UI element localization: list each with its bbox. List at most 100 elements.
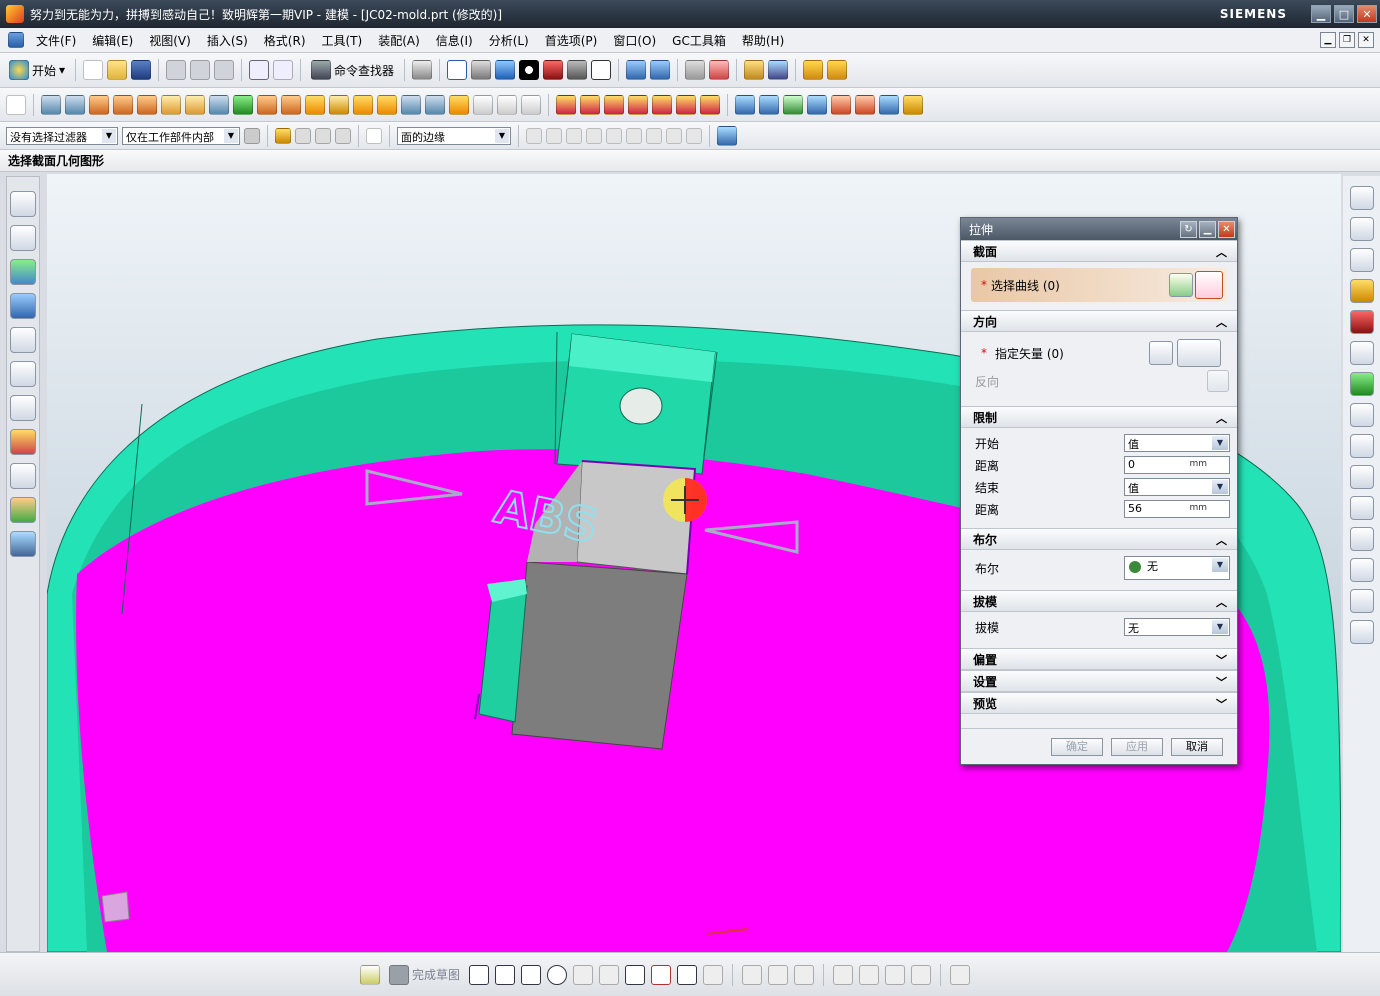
mesh-surface-icon[interactable]: [759, 94, 779, 115]
sew-icon[interactable]: [628, 94, 648, 115]
cube-icon[interactable]: [1349, 589, 1374, 613]
assembly-icon[interactable]: [1349, 620, 1374, 644]
through-curves-icon[interactable]: [735, 94, 755, 115]
menu-info[interactable]: 信息(I): [428, 32, 481, 49]
select-curve-row[interactable]: * 选择曲线 (0): [971, 268, 1227, 302]
selection-filter-dropdown[interactable]: 没有选择过滤器: [6, 126, 118, 145]
feature-select-icon[interactable]: [315, 127, 331, 144]
ok-button[interactable]: 确定: [1051, 737, 1103, 756]
edit-section-icon[interactable]: [543, 60, 564, 80]
limits-group-header[interactable]: 限制 ︿: [961, 406, 1237, 428]
start-distance-input[interactable]: 0 mm: [1124, 456, 1230, 474]
draft-icon[interactable]: [377, 94, 397, 115]
doc-minimize-button[interactable]: ▁: [1320, 32, 1336, 48]
layer-icon[interactable]: [1349, 496, 1374, 520]
curve-rule-dropdown[interactable]: 面的边缘: [397, 126, 511, 145]
snap-arc-center-icon[interactable]: [606, 127, 622, 144]
ruled-icon[interactable]: [855, 94, 875, 115]
polygon-icon[interactable]: [703, 964, 724, 985]
menu-file[interactable]: 文件(F): [28, 32, 84, 49]
solid-icon[interactable]: [1349, 310, 1374, 334]
background-icon[interactable]: [591, 60, 612, 80]
shell-icon[interactable]: [353, 94, 373, 115]
datum-plane-icon[interactable]: [521, 94, 541, 115]
minimize-button[interactable]: ▁: [1311, 5, 1331, 23]
arc-icon[interactable]: [521, 964, 542, 985]
plane-icon[interactable]: [1349, 248, 1374, 272]
intersect-icon[interactable]: [604, 94, 624, 115]
dialog-titlebar[interactable]: 拉伸 ↻ ▁ ✕: [961, 218, 1237, 240]
snap-existing-icon[interactable]: [646, 127, 662, 144]
hole-icon[interactable]: [161, 94, 181, 115]
app-menu-icon[interactable]: [8, 32, 24, 48]
add-component-icon[interactable]: [1349, 372, 1374, 396]
line-icon[interactable]: [495, 964, 516, 985]
quick-extend-icon[interactable]: [768, 964, 789, 985]
web-browser-icon[interactable]: [10, 327, 36, 353]
snap-quadrant-icon[interactable]: [626, 127, 642, 144]
snap-midpoint-icon[interactable]: [546, 127, 562, 144]
dimension-icon[interactable]: [833, 964, 854, 985]
reset-icon[interactable]: ↻: [1180, 220, 1197, 238]
menu-help[interactable]: 帮助(H): [734, 32, 792, 49]
offset-group-header[interactable]: 偏置 ﹀: [961, 648, 1237, 670]
redo-icon[interactable]: [273, 60, 294, 80]
end-limit-select[interactable]: 值: [1124, 478, 1230, 496]
preview-group-header[interactable]: 预览 ﹀: [961, 692, 1237, 714]
shaded-view-icon[interactable]: [495, 60, 516, 80]
snap-point-icon[interactable]: [744, 60, 765, 80]
rectangle-icon[interactable]: [625, 964, 646, 985]
display-mode-icon[interactable]: [519, 60, 540, 80]
studio-spline-icon[interactable]: [651, 964, 672, 985]
boolean-group-header[interactable]: 布尔 ︿: [961, 528, 1237, 550]
open-icon[interactable]: [107, 60, 128, 80]
axis-icon[interactable]: [1349, 465, 1374, 489]
copy-icon[interactable]: [190, 60, 211, 80]
split-body-icon[interactable]: [449, 94, 469, 115]
chamfer-sketch-icon[interactable]: [599, 964, 620, 985]
section-group-header[interactable]: 截面 ︿: [961, 240, 1237, 262]
hd3d-tools-icon[interactable]: [10, 293, 36, 319]
wcs-orient-icon[interactable]: [650, 60, 671, 80]
select-all-icon[interactable]: [275, 127, 291, 144]
convert-reference-icon[interactable]: [950, 964, 971, 985]
curve-select-icon[interactable]: [1195, 271, 1223, 299]
box-select-icon[interactable]: [366, 127, 382, 144]
box-icon[interactable]: [1349, 279, 1374, 303]
sketch-section-icon[interactable]: [1169, 273, 1193, 297]
sketch-icon[interactable]: [6, 94, 26, 115]
process-studio-icon[interactable]: [10, 429, 36, 455]
part-navigator-icon[interactable]: [10, 225, 36, 251]
command-finder-button[interactable]: 命令查找器: [308, 57, 397, 83]
draft-select[interactable]: 无: [1124, 618, 1230, 636]
n-sided-icon[interactable]: [807, 94, 827, 115]
show-hide-icon[interactable]: [717, 125, 737, 146]
geometric-constraint-icon[interactable]: [859, 964, 880, 985]
body-select-icon[interactable]: [335, 127, 351, 144]
circle-icon[interactable]: [547, 964, 568, 985]
unite-icon[interactable]: [556, 94, 576, 115]
edge-blend-icon[interactable]: [305, 94, 325, 115]
menu-insert[interactable]: 插入(S): [199, 32, 256, 49]
mirror-icon[interactable]: [497, 94, 517, 115]
show-constraints-icon[interactable]: [885, 964, 906, 985]
roles-icon[interactable]: [10, 497, 36, 523]
pattern-icon[interactable]: [473, 94, 493, 115]
menu-window[interactable]: 窗口(O): [605, 32, 664, 49]
boolean-select[interactable]: 无: [1124, 556, 1230, 580]
snap-point-on-face-icon[interactable]: [686, 127, 702, 144]
orient-view-icon[interactable]: [471, 60, 492, 80]
revolve-icon[interactable]: [65, 94, 85, 115]
color-icon[interactable]: [1349, 527, 1374, 551]
snap-intersect-icon[interactable]: [586, 127, 602, 144]
touch-mode-icon[interactable]: [412, 60, 433, 80]
fillet-icon[interactable]: [573, 964, 594, 985]
selection-intent-icon[interactable]: [768, 60, 789, 80]
group-icon[interactable]: [1349, 558, 1374, 582]
clip-section-icon[interactable]: [567, 60, 588, 80]
quick-trim-icon[interactable]: [742, 964, 763, 985]
replace-face-icon[interactable]: [676, 94, 696, 115]
menu-analysis[interactable]: 分析(L): [481, 32, 537, 49]
boss-icon[interactable]: [185, 94, 205, 115]
pad-icon[interactable]: [233, 94, 253, 115]
